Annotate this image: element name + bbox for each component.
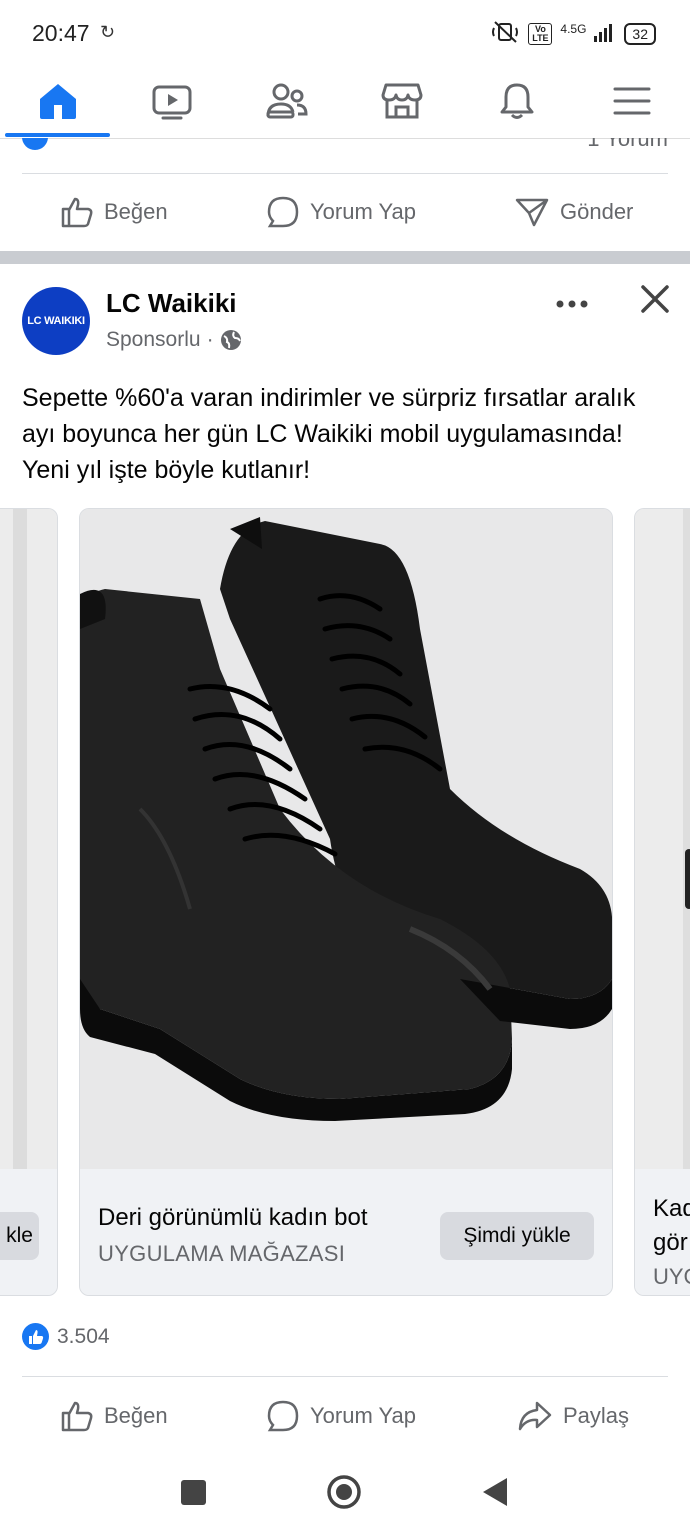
comment-count[interactable]: 1 Yorum (587, 138, 668, 152)
share-button[interactable]: Paylaş (517, 1378, 629, 1454)
comment-button[interactable]: Yorum Yap (266, 174, 416, 250)
post-header: LC WAIKIKI LC Waikiki Sponsorlu · (0, 264, 690, 374)
tab-marketplace[interactable] (372, 76, 432, 126)
send-button[interactable]: Gönder (514, 174, 633, 250)
status-right: Vo LTE 4.5G 32 (492, 20, 656, 47)
install-now-button[interactable]: kle (0, 1212, 39, 1260)
reaction-summary[interactable]: 3.504 (22, 1323, 110, 1350)
friends-icon (266, 83, 308, 119)
thumbs-up-icon (61, 197, 93, 228)
divider (22, 1376, 668, 1377)
carousel-card[interactable]: Deri görünümlü kadın bot UYGULAMA MAĞAZA… (79, 508, 613, 1296)
product-image-boots (80, 509, 612, 1169)
thumbs-up-icon (61, 1401, 93, 1432)
product-title[interactable]: Deri görünümlü kadın bot (98, 1204, 367, 1232)
status-time: 20:47 (32, 20, 90, 46)
product-subtitle: UYGULAMA MAĞAZASI (98, 1241, 346, 1266)
store-icon (381, 83, 423, 119)
status-bar: 20:47 ↻ Vo LTE 4.5G 32 (0, 0, 690, 68)
share-icon (518, 1401, 552, 1431)
more-icon (556, 300, 588, 308)
card-info: Kad gör UYG (635, 1174, 690, 1295)
previous-post-stats: 1 Yorum (0, 138, 690, 174)
video-icon (152, 85, 192, 120)
like-label: Beğen (104, 1403, 168, 1428)
tab-menu[interactable] (602, 76, 662, 126)
top-navigation (0, 68, 690, 139)
network-type: 4.5G (560, 21, 587, 36)
comment-icon (267, 196, 299, 228)
bell-icon (500, 83, 534, 119)
signal-icon (594, 22, 616, 45)
comment-icon (267, 1400, 299, 1432)
post-caption: Sepette %60'a varan indirimler ve sürpri… (22, 384, 636, 484)
tab-friends[interactable] (257, 76, 317, 126)
close-button[interactable] (638, 282, 672, 321)
tab-home[interactable] (28, 76, 88, 126)
post-actions: Beğen Yorum Yap Paylaş (0, 1378, 690, 1454)
carousel-card[interactable]: kle (0, 508, 58, 1296)
circle-home-icon (327, 1475, 361, 1509)
battery-indicator: 32 (624, 22, 656, 45)
like-button[interactable]: Beğen (60, 1378, 168, 1454)
comment-label: Yorum Yap (310, 199, 417, 224)
globe-icon (220, 330, 241, 350)
tab-notifications[interactable] (487, 76, 547, 126)
square-icon (181, 1480, 206, 1505)
more-options-button[interactable] (556, 284, 588, 316)
product-title[interactable]: Kad gör (653, 1192, 690, 1260)
active-tab-indicator (5, 133, 110, 137)
home-system-button[interactable] (326, 1474, 362, 1515)
back-triangle-icon (483, 1478, 507, 1506)
reaction-count: 3.504 (57, 1324, 110, 1348)
post-meta: Sponsorlu · (106, 328, 242, 352)
product-subtitle: UYG (653, 1264, 690, 1289)
system-navigation-bar (0, 1450, 690, 1533)
card-info: Deri görünümlü kadın bot UYGULAMA MAĞAZA… (80, 1174, 612, 1295)
like-label: Beğen (104, 199, 168, 224)
back-button[interactable] (481, 1477, 509, 1512)
comment-label: Yorum Yap (310, 1403, 417, 1428)
previous-post-actions: Beğen Yorum Yap Gönder (0, 174, 690, 250)
share-label: Paylaş (563, 1403, 630, 1428)
home-icon (40, 84, 76, 119)
like-button[interactable]: Beğen (60, 174, 168, 250)
send-icon (515, 198, 549, 227)
close-icon (641, 285, 669, 313)
send-label: Gönder (560, 199, 634, 224)
volte-badge: Vo LTE (528, 22, 553, 45)
reaction-icon (22, 138, 48, 150)
product-image (0, 509, 57, 1169)
page-avatar[interactable]: LC WAIKIKI (22, 287, 90, 355)
silent-icon (492, 20, 520, 47)
sponsored-label[interactable]: Sponsorlu (106, 328, 201, 352)
meta-dot: · (206, 328, 214, 351)
recent-apps-button[interactable] (180, 1479, 207, 1511)
tab-watch[interactable] (142, 76, 202, 126)
sync-icon: ↻ (100, 22, 116, 42)
carousel-card[interactable]: Kad gör UYG (634, 508, 690, 1296)
like-reaction-icon (22, 1323, 49, 1350)
install-now-button[interactable]: Şimdi yükle (440, 1212, 594, 1260)
product-image (635, 509, 690, 1169)
comment-button[interactable]: Yorum Yap (266, 1378, 416, 1454)
hamburger-icon (613, 87, 651, 115)
feed-separator (0, 251, 690, 264)
page-name[interactable]: LC Waikiki (106, 288, 237, 319)
card-info: kle (0, 1174, 57, 1295)
